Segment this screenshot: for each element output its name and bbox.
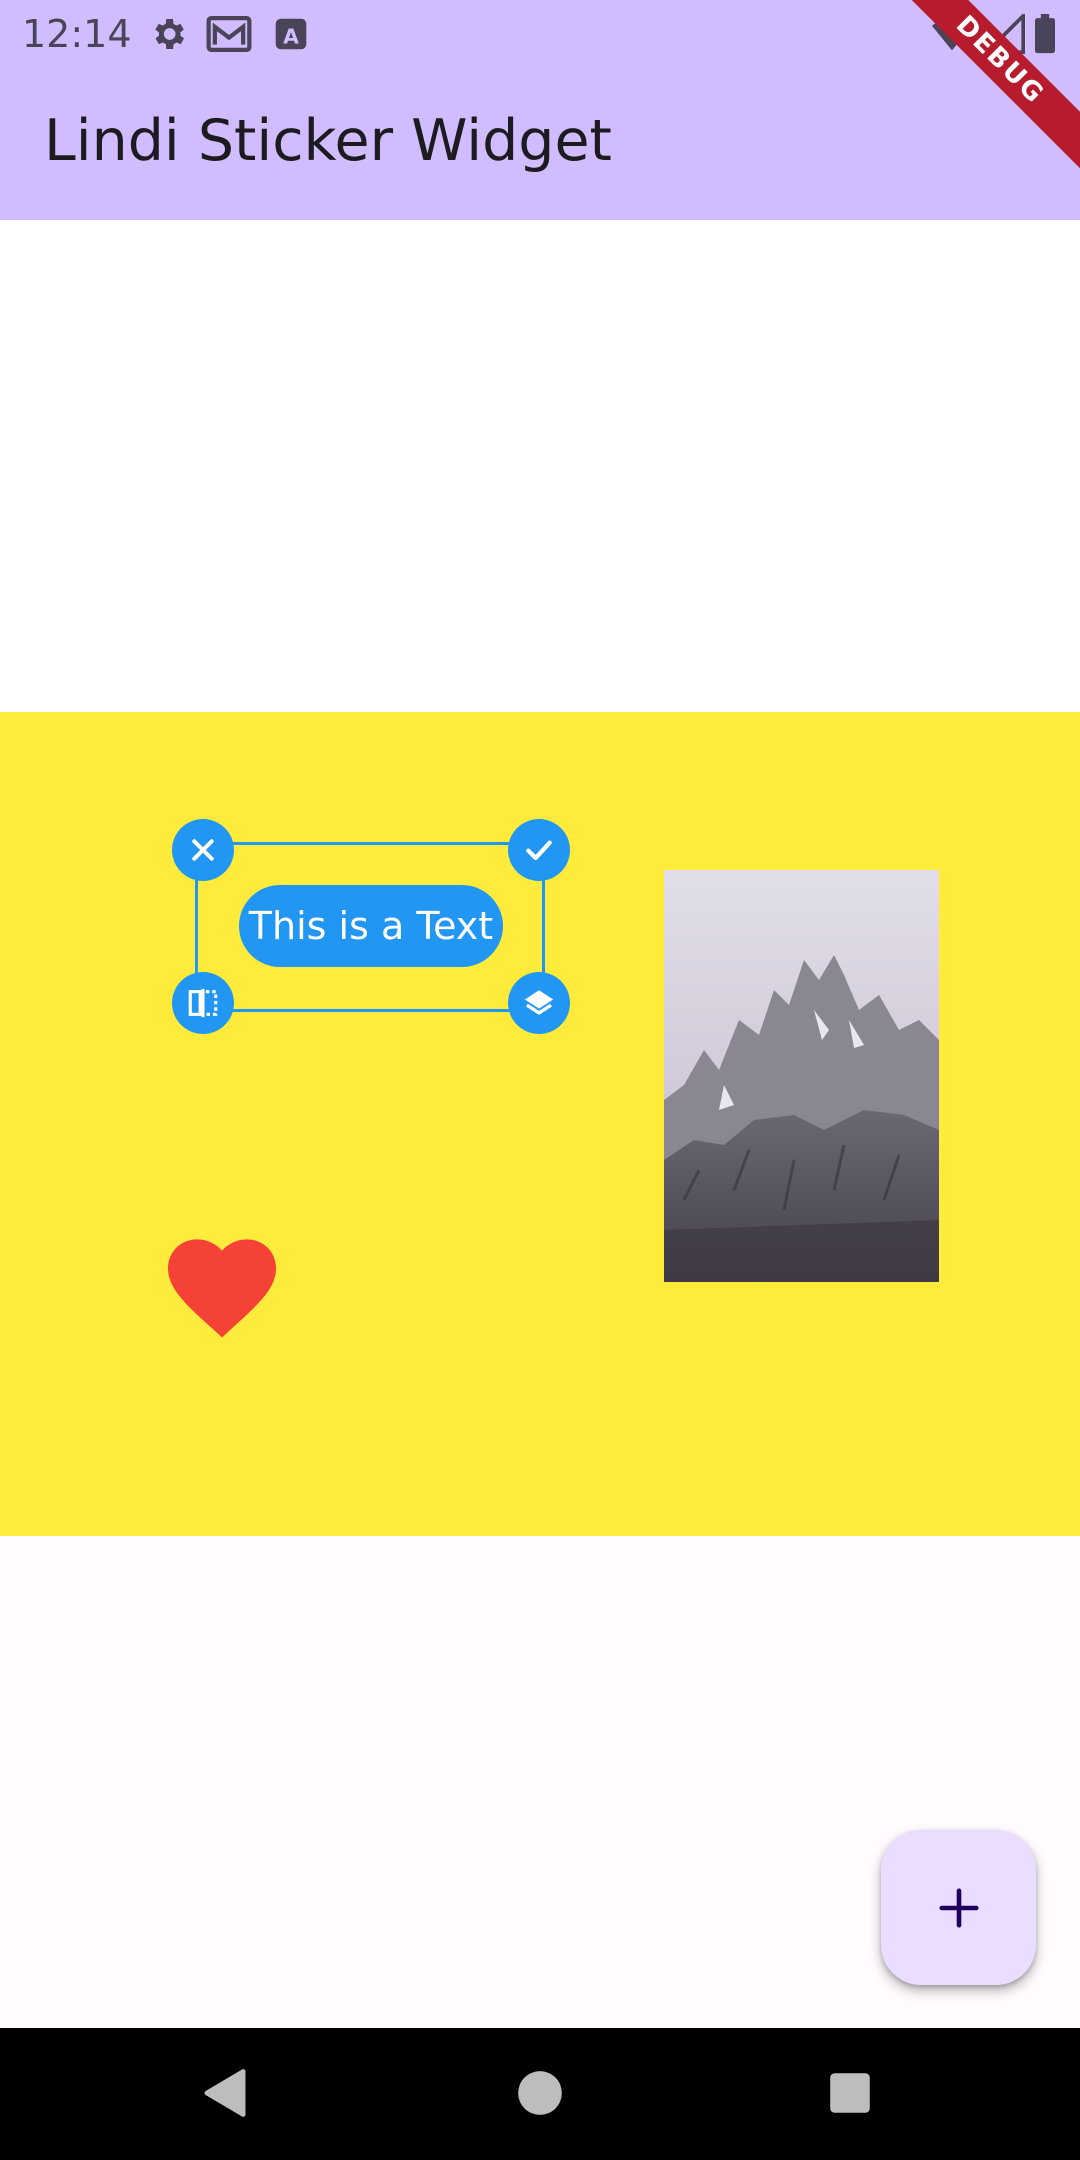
add-icon: [938, 1887, 979, 1928]
recents-icon: [830, 2073, 870, 2113]
status-time: 12:14: [22, 12, 132, 56]
layer-sticker-button[interactable]: [508, 972, 570, 1034]
battery-icon: [1035, 14, 1055, 54]
mountain-photo: [664, 870, 939, 1282]
font-a-icon: A: [275, 18, 307, 50]
layers-icon: [524, 990, 554, 1015]
flip-sticker-button[interactable]: [172, 972, 234, 1034]
check-icon: [526, 840, 552, 861]
nav-home-button[interactable]: [505, 2058, 575, 2128]
nav-recents-button[interactable]: [815, 2058, 885, 2128]
home-icon: [518, 2071, 562, 2115]
text-sticker[interactable]: This is a Text: [239, 885, 503, 967]
nav-back-button[interactable]: [190, 2058, 260, 2128]
system-nav-bar: [0, 2028, 1080, 2160]
sticker-canvas[interactable]: This is a Text: [0, 712, 1080, 1536]
app-bar: 12:14 A Lindi Sticker Widget DEBUG: [0, 0, 1080, 220]
add-sticker-fab[interactable]: [881, 1830, 1036, 1985]
heart-icon[interactable]: [163, 1232, 281, 1340]
app-screen: 12:14 A Lindi Sticker Widget DEBUG This: [0, 0, 1080, 2160]
gmail-icon: [206, 15, 252, 53]
empty-area-top: [0, 220, 1080, 712]
close-icon: [192, 839, 214, 861]
delete-sticker-button[interactable]: [172, 819, 234, 881]
confirm-sticker-button[interactable]: [508, 819, 570, 881]
flip-icon: [188, 988, 218, 1018]
svg-text:A: A: [283, 24, 299, 48]
app-title: Lindi Sticker Widget: [44, 108, 612, 174]
settings-icon: [155, 19, 184, 49]
image-sticker[interactable]: [664, 870, 939, 1282]
back-icon: [204, 2069, 246, 2117]
